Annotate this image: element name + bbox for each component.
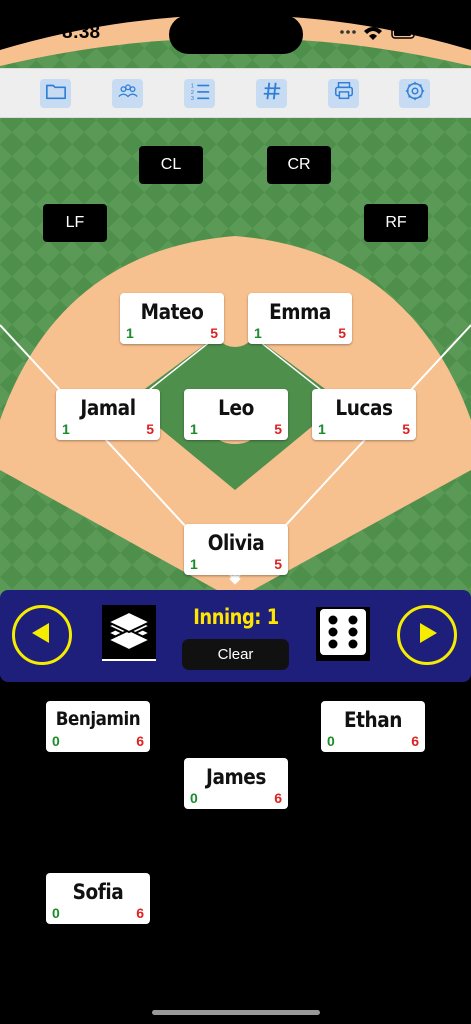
player-high-count: 6	[136, 733, 144, 749]
player-low-count: 0	[190, 790, 198, 806]
svg-text:1: 1	[190, 83, 193, 89]
svg-text:3: 3	[190, 96, 193, 102]
player-low-count: 1	[190, 556, 198, 572]
hash-icon	[261, 80, 283, 107]
position-lf[interactable]: LF	[43, 204, 107, 242]
signal-wifi-battery-icon	[338, 23, 418, 44]
previous-inning-button[interactable]	[12, 605, 72, 665]
player-name: Sofia	[72, 880, 124, 904]
settings-button[interactable]	[399, 79, 430, 108]
player-card-emma[interactable]: Emma 1 5	[248, 293, 352, 344]
player-high-count: 5	[210, 325, 218, 341]
player-low-count: 1	[62, 421, 70, 437]
dice-icon	[317, 606, 369, 663]
svg-text:2: 2	[190, 90, 193, 96]
print-button[interactable]	[328, 79, 359, 108]
player-high-count: 6	[411, 733, 419, 749]
clear-button[interactable]: Clear	[182, 639, 289, 670]
numbers-button[interactable]	[256, 79, 287, 108]
status-bar: 8:38	[0, 0, 471, 66]
home-indicator[interactable]	[152, 1010, 320, 1015]
numbered-list-icon: 123	[189, 80, 211, 107]
folder-icon	[45, 80, 67, 107]
inning-controls: Inning: 1 Clear	[0, 590, 471, 682]
left-arrow-icon	[29, 620, 55, 651]
right-arrow-icon	[414, 620, 440, 651]
bench-card-sofia[interactable]: Sofia 0 6	[46, 873, 150, 924]
randomize-button[interactable]	[316, 606, 370, 663]
bench-card-james[interactable]: James 0 6	[184, 758, 288, 809]
position-cr[interactable]: CR	[267, 146, 331, 184]
player-name: Leo	[218, 396, 254, 420]
player-name: Olivia	[207, 531, 265, 555]
player-name: Emma	[269, 300, 331, 324]
player-low-count: 1	[190, 421, 198, 437]
player-low-count: 0	[52, 905, 60, 921]
player-high-count: 5	[274, 421, 282, 437]
printer-icon	[333, 80, 355, 107]
player-high-count: 5	[146, 421, 154, 437]
player-name: Lucas	[335, 396, 393, 420]
lineup-button[interactable]: 123	[184, 79, 215, 108]
bench-card-benjamin[interactable]: Benjamin 0 6	[46, 701, 150, 752]
player-card-leo[interactable]: Leo 1 5	[184, 389, 288, 440]
player-name: Jamal	[80, 396, 136, 420]
player-high-count: 5	[402, 421, 410, 437]
team-button[interactable]	[112, 79, 143, 108]
inning-label: Inning: 1	[193, 605, 279, 629]
player-name: James	[206, 765, 266, 789]
position-cl[interactable]: CL	[139, 146, 203, 184]
player-card-olivia[interactable]: Olivia 1 5	[184, 524, 288, 575]
position-rf[interactable]: RF	[364, 204, 428, 242]
player-low-count: 0	[52, 733, 60, 749]
player-name: Benjamin	[55, 708, 141, 730]
player-low-count: 1	[318, 421, 326, 437]
status-time: 8:38	[62, 22, 101, 43]
folder-button[interactable]	[40, 79, 71, 108]
settings-gear-icon	[404, 80, 426, 107]
player-low-count: 0	[327, 733, 335, 749]
bench-card-ethan[interactable]: Ethan 0 6	[321, 701, 425, 752]
player-name: Mateo	[140, 300, 204, 324]
player-name: Ethan	[343, 708, 403, 732]
dynamic-island	[169, 15, 303, 54]
people-icon	[117, 80, 139, 107]
player-low-count: 1	[254, 325, 262, 341]
player-card-jamal[interactable]: Jamal 1 5	[56, 389, 160, 440]
layers-icon	[102, 604, 156, 664]
player-low-count: 1	[126, 325, 134, 341]
player-high-count: 5	[274, 556, 282, 572]
player-card-lucas[interactable]: Lucas 1 5	[312, 389, 416, 440]
player-high-count: 5	[338, 325, 346, 341]
next-inning-button[interactable]	[397, 605, 457, 665]
player-card-mateo[interactable]: Mateo 1 5	[120, 293, 224, 344]
layers-button[interactable]	[102, 604, 156, 664]
player-high-count: 6	[136, 905, 144, 921]
toolbar: 123	[0, 68, 471, 118]
player-high-count: 6	[274, 790, 282, 806]
